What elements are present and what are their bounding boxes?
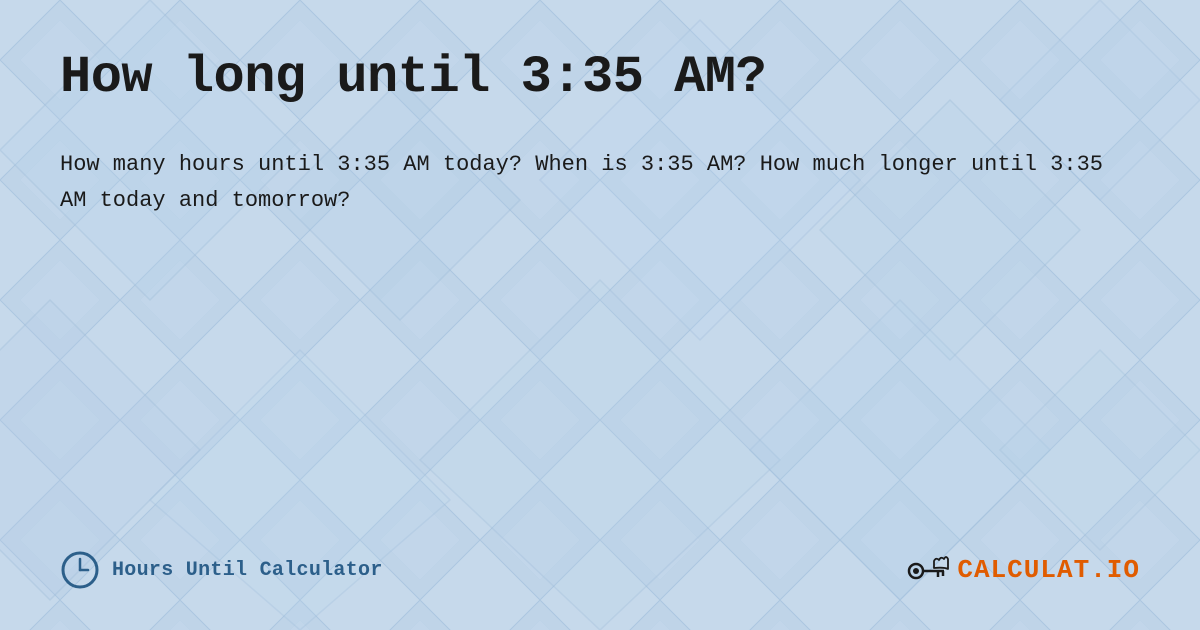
- footer-brand-text: Hours Until Calculator: [112, 559, 383, 582]
- footer-left-brand: Hours Until Calculator: [60, 550, 383, 590]
- key-hand-icon: [906, 553, 951, 588]
- calculat-text-main: CALCULAT: [957, 555, 1090, 585]
- calculat-dot-io: .IO: [1090, 555, 1140, 585]
- calculat-io-text: CALCULAT.IO: [957, 555, 1140, 585]
- clock-icon: [60, 550, 100, 590]
- page-footer: Hours Until Calculator CALCULAT.IO: [60, 530, 1140, 590]
- footer-right-brand: CALCULAT.IO: [906, 553, 1140, 588]
- page-description: How many hours until 3:35 AM today? When…: [60, 147, 1140, 220]
- page-title: How long until 3:35 AM?: [60, 48, 1140, 107]
